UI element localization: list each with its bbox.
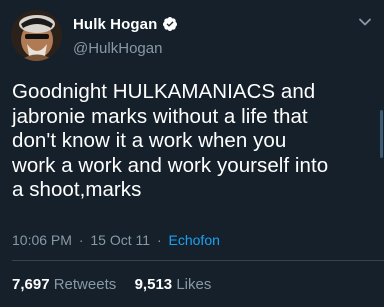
tweet-text-line: Goodnight HULKAMANIACS and bbox=[12, 80, 316, 103]
author-display-name[interactable]: Hulk Hogan bbox=[73, 16, 157, 33]
meta-separator: · bbox=[78, 232, 84, 248]
tweet-text-line: a shoot,marks bbox=[12, 178, 142, 201]
avatar-image bbox=[11, 10, 62, 61]
divider bbox=[12, 260, 384, 261]
meta-separator: · bbox=[156, 232, 162, 248]
likes-stat[interactable]: 9,513 Likes bbox=[135, 276, 212, 293]
tweet-text-line: don't know it a work when you bbox=[12, 129, 287, 152]
retweets-label: Retweets bbox=[53, 276, 117, 293]
tweet-time[interactable]: 10:06 PM bbox=[12, 232, 72, 248]
tweet-card: Hulk Hogan @HulkHogan Goodnight HULKAMAN… bbox=[0, 0, 384, 307]
chevron-down-icon[interactable] bbox=[358, 15, 372, 29]
tweet-date[interactable]: 15 Oct 11 bbox=[90, 232, 150, 248]
author-name-row[interactable]: Hulk Hogan bbox=[73, 14, 178, 34]
tweet-text: Goodnight HULKAMANIACS and jabronie mark… bbox=[12, 80, 368, 203]
author-handle[interactable]: @HulkHogan bbox=[73, 40, 162, 57]
retweets-stat[interactable]: 7,697 Retweets bbox=[12, 276, 120, 293]
verified-badge-icon bbox=[163, 17, 178, 31]
tweet-text-line: jabronie marks without a life that bbox=[12, 104, 308, 128]
tweet-source-link[interactable]: Echofon bbox=[169, 232, 220, 248]
likes-label: Likes bbox=[176, 276, 212, 293]
tweet-meta: 10:06 PM · 15 Oct 11 · Echofon bbox=[12, 232, 220, 248]
retweets-count: 7,697 bbox=[12, 276, 50, 293]
scrollbar-thumb[interactable] bbox=[380, 110, 383, 158]
avatar[interactable] bbox=[11, 10, 62, 61]
tweet-text-line: work a work and work yourself into bbox=[12, 153, 329, 177]
likes-count: 9,513 bbox=[134, 276, 173, 293]
tweet-stats: 7,697 Retweets 9,513 Likes bbox=[12, 276, 211, 293]
